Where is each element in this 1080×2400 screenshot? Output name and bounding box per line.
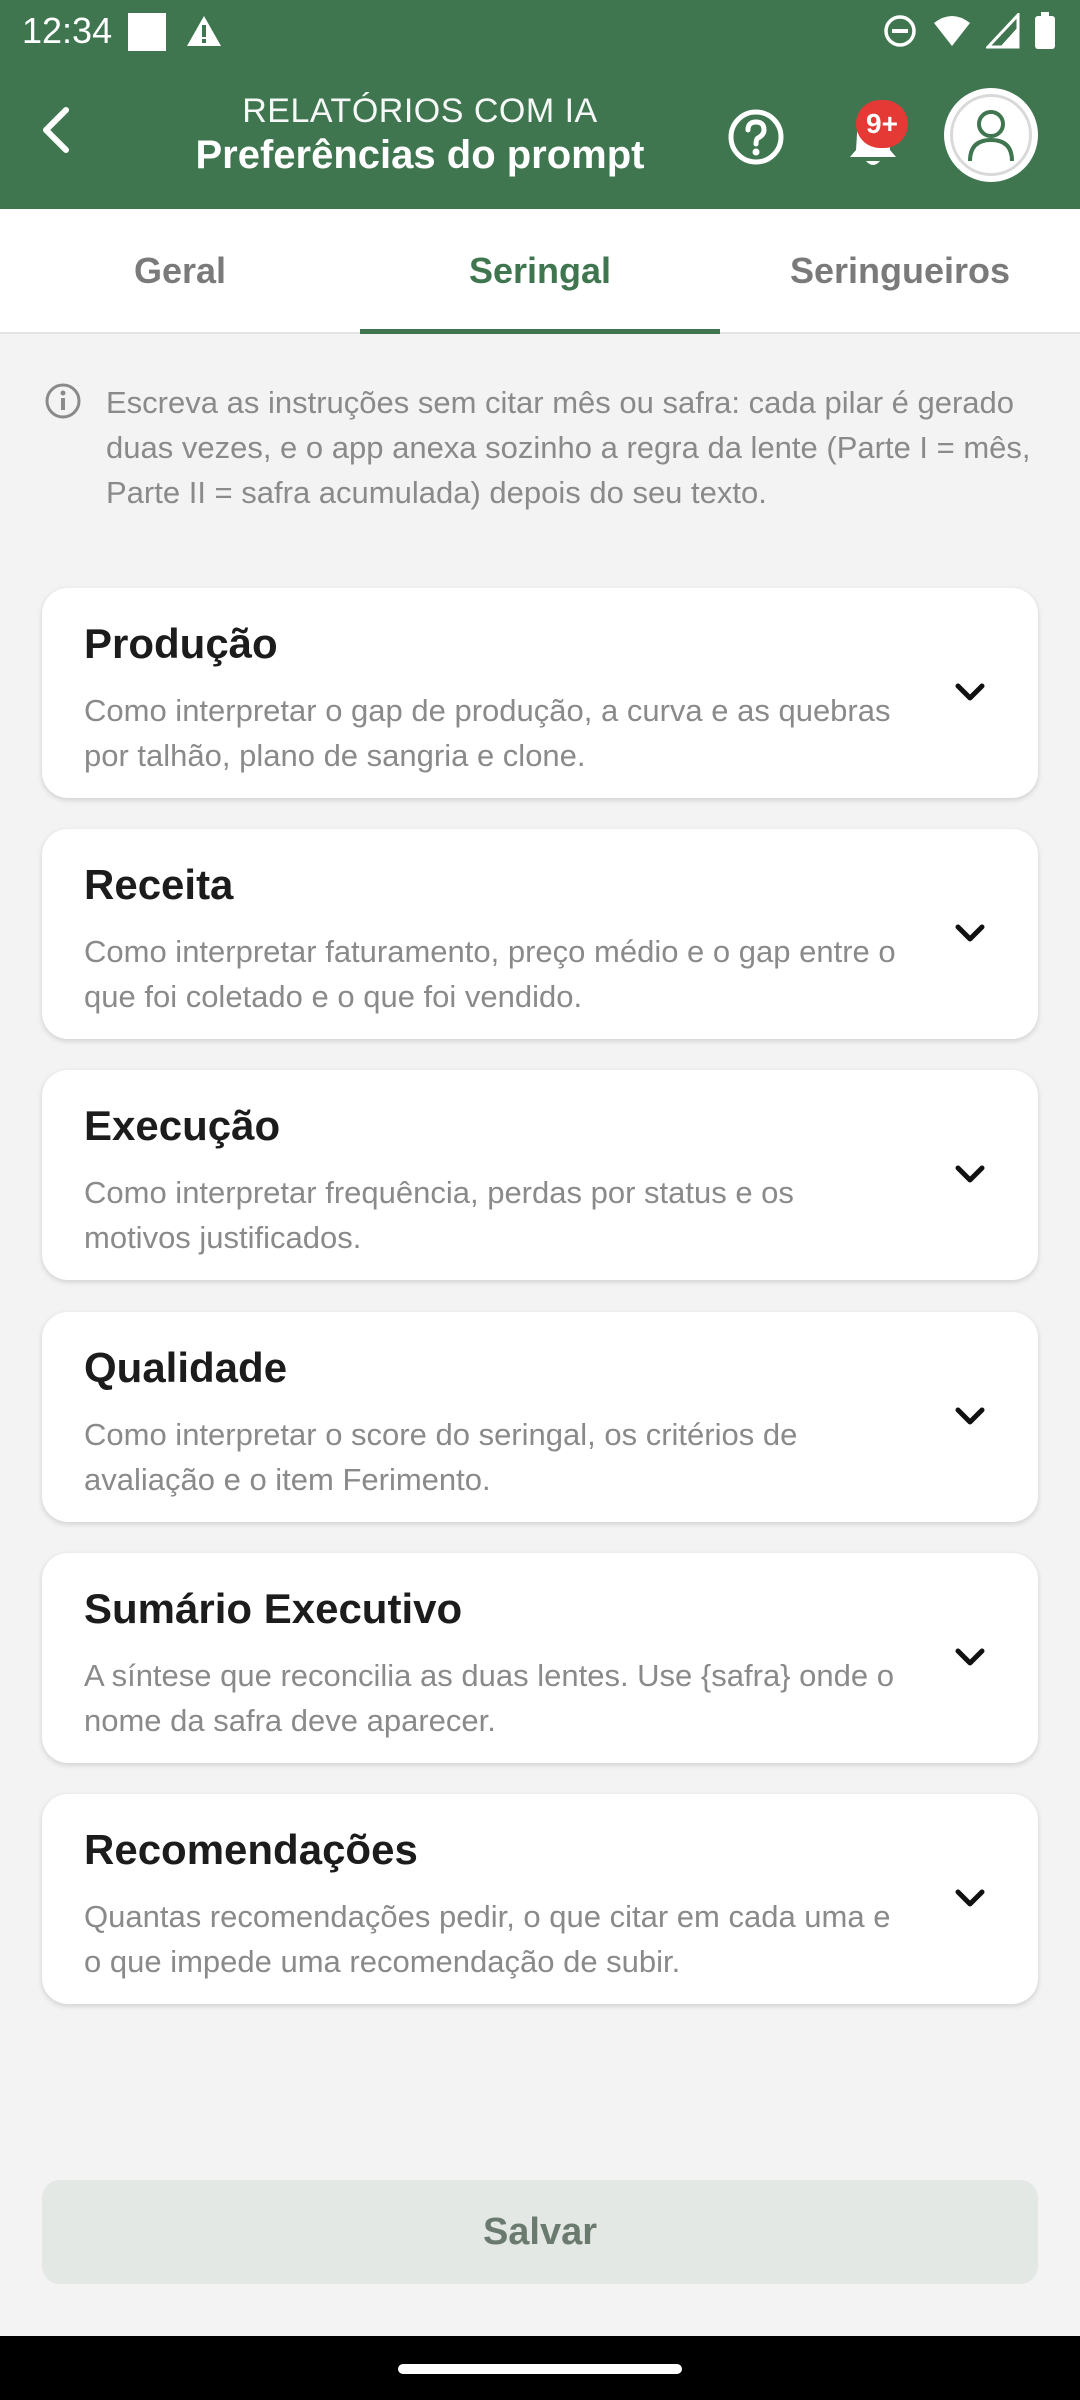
warning-icon (187, 16, 221, 46)
status-icons (882, 12, 1056, 50)
notification-badge: 9+ (856, 100, 908, 148)
section-title: Qualidade (84, 1344, 288, 1391)
chevron-down-icon[interactable] (950, 1396, 990, 1436)
chevron-down-icon[interactable] (950, 913, 990, 953)
section-title: Execução (84, 1102, 281, 1149)
section-card-recomendacoes[interactable]: Recomendações Quantas recomendações pedi… (42, 1794, 1038, 2004)
top-bar: 12:34 RELATÓRIOS COM IA Preferências do … (0, 0, 1080, 209)
status-bar: 12:34 (0, 0, 1080, 64)
section-description: Como interpretar frequência, perdas por … (84, 1175, 794, 1255)
page-title: Preferências do prompt (195, 133, 645, 177)
info-icon (45, 383, 81, 419)
app-bar-subtitle: RELATÓRIOS COM IA (242, 92, 598, 130)
tab-bar: Geral Seringal Seringueiros (0, 209, 1080, 334)
chevron-down-icon[interactable] (950, 1637, 990, 1677)
notification-square-icon (128, 13, 166, 51)
system-nav-bar (0, 2336, 1080, 2400)
chevron-down-icon[interactable] (950, 1154, 990, 1194)
user-icon (968, 110, 1014, 162)
section-title: Receita (84, 861, 234, 908)
app-bar: RELATÓRIOS COM IA Preferências do prompt… (0, 64, 1080, 209)
home-gesture-handle[interactable] (398, 2364, 682, 2374)
screen: 12:34 RELATÓRIOS COM IA Preferências do … (0, 0, 1080, 2400)
tab-seringal[interactable]: Seringal (360, 209, 720, 334)
section-card-execucao[interactable]: Execução Como interpretar frequência, pe… (42, 1070, 1038, 1280)
wifi-icon (934, 16, 970, 46)
section-description: Como interpretar o gap de produção, a cu… (84, 693, 891, 773)
section-description: Quantas recomendações pedir, o que citar… (84, 1899, 891, 1979)
app-bar-titles: RELATÓRIOS COM IA Preferências do prompt (140, 92, 700, 178)
info-text: Escreva as instruções sem citar mês ou s… (106, 385, 1031, 510)
battery-icon (1035, 12, 1055, 49)
tab-geral[interactable]: Geral (0, 209, 360, 332)
avatar[interactable] (944, 88, 1038, 182)
help-icon[interactable] (726, 107, 786, 167)
section-card-producao[interactable]: Produção Como interpretar o gap de produ… (42, 588, 1038, 798)
section-title: Sumário Executivo (84, 1585, 463, 1632)
chevron-down-icon[interactable] (950, 672, 990, 712)
status-time: 12:34 (22, 10, 113, 51)
section-description: Como interpretar faturamento, preço médi… (84, 934, 896, 1014)
avatar-ring (950, 94, 1032, 176)
section-card-sumario-executivo[interactable]: Sumário Executivo A síntese que reconcil… (42, 1553, 1038, 1763)
chevron-down-icon[interactable] (950, 1878, 990, 1918)
back-arrow-icon[interactable] (30, 102, 86, 158)
section-title: Produção (84, 620, 278, 667)
section-card-receita[interactable]: Receita Como interpretar faturamento, pr… (42, 829, 1038, 1039)
section-description: Como interpretar o score do seringal, os… (84, 1417, 798, 1497)
info-banner: Escreva as instruções sem citar mês ou s… (44, 380, 1044, 515)
tab-seringueiros[interactable]: Seringueiros (720, 209, 1080, 332)
signal-icon (986, 13, 1020, 49)
save-button[interactable]: Salvar (42, 2180, 1038, 2284)
do-not-disturb-icon (884, 15, 916, 47)
section-description: A síntese que reconcilia as duas lentes.… (84, 1658, 894, 1738)
section-card-qualidade[interactable]: Qualidade Como interpretar o score do se… (42, 1312, 1038, 1522)
section-title: Recomendações (84, 1826, 418, 1873)
